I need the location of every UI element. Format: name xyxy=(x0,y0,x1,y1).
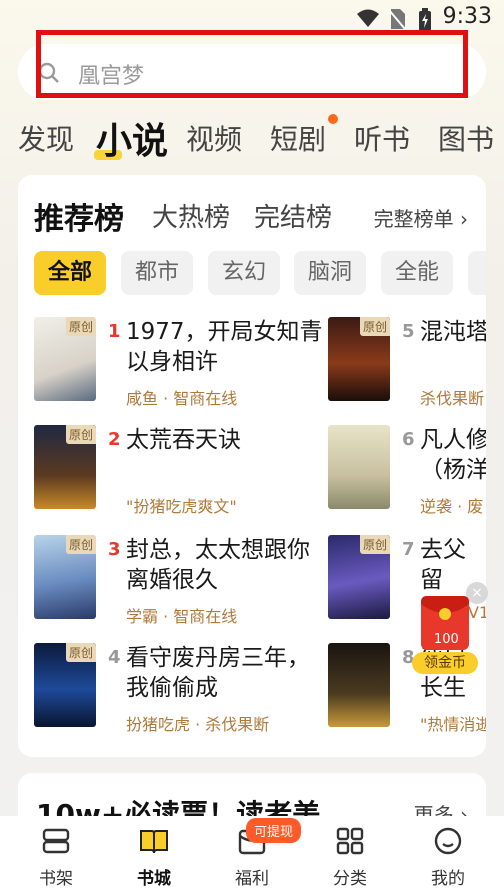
tab-novel[interactable]: 小说 xyxy=(94,112,169,164)
book-meta: 扮猪吃虎 · 杀伐果断 xyxy=(126,715,270,734)
nav-label: 书城 xyxy=(137,869,171,889)
search-highlight-box xyxy=(36,30,468,98)
tab-novel-label: 小说 xyxy=(96,121,169,162)
nav-label: 分类 xyxy=(333,869,367,889)
chip-brainhole[interactable]: 脑洞 xyxy=(294,251,367,295)
tab-books[interactable]: 图书 xyxy=(438,118,494,158)
withdraw-badge: 可提现 xyxy=(246,818,302,843)
chip-fantasy[interactable]: 玄幻 xyxy=(208,251,281,295)
coin-amount: 100 xyxy=(434,632,459,647)
book-cover: 原创 xyxy=(328,535,390,619)
chip-allround[interactable]: 全能 xyxy=(381,251,454,295)
book-item[interactable]: 原创 2 太荒吞天诀 "扮猪吃虎爽文" xyxy=(34,425,334,525)
nav-label: 福利 xyxy=(235,869,269,889)
book-meta: 逆袭 · 废 xyxy=(420,497,484,516)
book-rank: 6 xyxy=(402,429,415,450)
tab-discover[interactable]: 发现 xyxy=(18,118,74,158)
wifi-icon xyxy=(357,9,379,27)
book-title: 封总，太太想跟你离婚很久 xyxy=(126,537,310,593)
original-tag: 原创 xyxy=(65,643,96,662)
tab-video[interactable]: 视频 xyxy=(186,118,242,158)
book-rank: 5 xyxy=(402,321,415,342)
book-cover xyxy=(328,425,390,509)
original-tag: 原创 xyxy=(359,317,390,336)
book-meta: 杀伐果断 xyxy=(420,389,485,408)
top-tabs: 发现 小说 视频 短剧 听书 图书 xyxy=(0,108,504,162)
full-ranking-link[interactable]: 完整榜单 › xyxy=(374,203,468,232)
nav-bookstore[interactable]: 书城 xyxy=(114,826,194,889)
ranking-tab-recommend[interactable]: 推荐榜 xyxy=(34,194,124,238)
nav-label: 我的 xyxy=(431,869,465,889)
book-item[interactable]: 原创 5 混沌塔 杀伐果断 xyxy=(328,317,486,417)
book-cover: 原创 xyxy=(328,317,390,401)
nav-category[interactable]: 分类 xyxy=(310,826,390,889)
book-cover: 原创 xyxy=(34,643,96,727)
tab-audiobook[interactable]: 听书 xyxy=(354,118,410,158)
coin-widget[interactable]: 100 领金币 xyxy=(412,596,478,674)
smiley-icon xyxy=(434,827,462,855)
book-title: 太荒吞天诀 xyxy=(126,427,241,453)
book-rank: 7 xyxy=(402,539,415,560)
battery-icon xyxy=(419,8,431,31)
nav-bookshelf[interactable]: 书架 xyxy=(16,826,96,889)
nav-mine[interactable]: 我的 xyxy=(408,826,488,889)
book-rank: 1 xyxy=(108,321,121,342)
book-cover: 原创 xyxy=(34,535,96,619)
grid-icon xyxy=(336,827,364,855)
book-cover: 原创 xyxy=(34,317,96,401)
book-cover: 原创 xyxy=(34,425,96,509)
bookshelf-icon xyxy=(42,828,70,854)
coin-label: 领金币 xyxy=(412,652,478,674)
chip-all[interactable]: 全部 xyxy=(34,251,107,295)
book-item[interactable]: 6 凡人修（杨洋 逆袭 · 废 xyxy=(328,425,486,525)
book-title: 看守废丹房三年，我偷偷成 xyxy=(126,645,310,701)
ranking-tab-finished[interactable]: 完结榜 xyxy=(254,197,332,234)
original-tag: 原创 xyxy=(65,317,96,336)
book-title: 混沌塔 xyxy=(420,319,486,345)
no-sim-icon xyxy=(388,9,406,30)
book-rank: 4 xyxy=(108,647,121,668)
book-title: 凡人修（杨洋 xyxy=(420,427,486,483)
status-time: 9:33 xyxy=(442,4,492,29)
book-item[interactable]: 原创 1 1977，开局女知青以身相许 咸鱼 · 智商在线 xyxy=(34,317,334,417)
tab-short-drama[interactable]: 短剧 xyxy=(270,118,326,158)
book-rank: 2 xyxy=(108,429,121,450)
book-meta: 学霸 · 智商在线 xyxy=(126,607,238,626)
book-rank: 3 xyxy=(108,539,121,560)
book-item[interactable]: 原创 4 看守废丹房三年，我偷偷成 扮猪吃虎 · 杀伐果断 xyxy=(34,643,334,743)
new-dot xyxy=(328,114,338,124)
bookstore-icon xyxy=(140,830,168,854)
original-tag: 原创 xyxy=(359,535,390,554)
book-meta: "热情消逝 xyxy=(420,715,486,734)
book-item[interactable]: 原创 3 封总，太太想跟你离婚很久 学霸 · 智商在线 xyxy=(34,535,334,635)
original-tag: 原创 xyxy=(65,535,96,554)
book-cover xyxy=(328,643,390,727)
original-tag: 原创 xyxy=(65,425,96,444)
chip-next[interactable] xyxy=(468,251,486,295)
chip-urban[interactable]: 都市 xyxy=(121,251,194,295)
book-meta: "扮猪吃虎爽文" xyxy=(126,497,237,516)
ranking-tab-hot[interactable]: 大热榜 xyxy=(152,197,230,234)
nav-label: 书架 xyxy=(39,869,73,889)
book-title: 1977，开局女知青以身相许 xyxy=(126,319,323,375)
book-meta: 咸鱼 · 智商在线 xyxy=(126,389,238,408)
